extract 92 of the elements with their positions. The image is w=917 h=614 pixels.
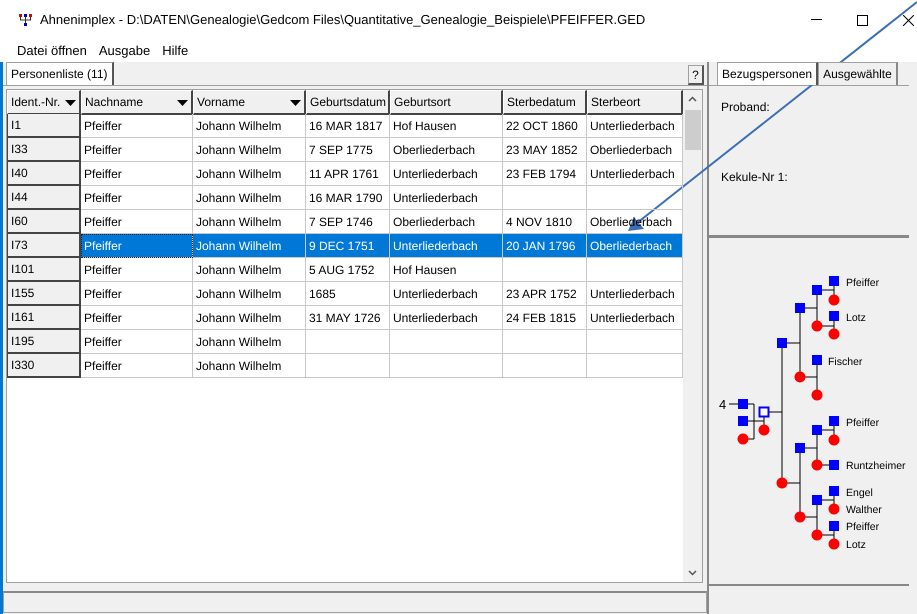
table-cell: 31 MAY 1726 — [306, 306, 390, 330]
person-name: Lotz — [846, 539, 866, 551]
table-cell: Johann Wilhelm — [193, 114, 306, 138]
field-label: Proband: — [721, 99, 770, 116]
person-name: Lotz — [846, 312, 866, 324]
scroll-up-icon[interactable] — [688, 96, 697, 102]
row-header[interactable]: I330 — [7, 354, 81, 378]
table-cell: 16 MAR 1790 — [306, 186, 390, 210]
help-button[interactable]: ? — [688, 65, 704, 85]
table-cell: Oberliederbach — [587, 234, 683, 258]
table-cell: Johann Wilhelm — [193, 330, 306, 354]
table-cell: 20 JAN 1796 — [503, 234, 587, 258]
table-cell: 22 OCT 1860 — [503, 114, 587, 138]
person-name: Fischer — [828, 356, 862, 368]
table-cell: Pfeiffer — [81, 234, 193, 258]
table-cell: Unterliederbach — [390, 234, 503, 258]
field-label: Kekule-Nr 1: — [721, 169, 788, 186]
table-cell: 11 APR 1761 — [306, 162, 390, 186]
column-header[interactable]: Vorname — [193, 90, 306, 115]
generation-label: 4 — [719, 397, 726, 412]
table-cell: Unterliederbach — [390, 162, 503, 186]
table-cell: Unterliederbach — [390, 306, 503, 330]
table-cell: Oberliederbach — [390, 138, 503, 162]
column-header[interactable]: Nachname — [81, 90, 193, 115]
maximize-icon[interactable] — [856, 14, 868, 26]
column-header[interactable]: Sterbeort — [587, 90, 683, 115]
table-cell: 23 APR 1752 — [503, 282, 587, 306]
table-cell: Johann Wilhelm — [193, 258, 306, 282]
table-cell: 5 AUG 1752 — [306, 258, 390, 282]
table-cell: Unterliederbach — [390, 282, 503, 306]
table-cell: 9 DEC 1751 — [306, 234, 390, 258]
table-cell: Johann Wilhelm — [193, 234, 306, 258]
column-header[interactable]: Geburtsort — [390, 90, 503, 115]
row-header[interactable]: I60 — [7, 210, 81, 234]
table-cell: Pfeiffer — [81, 306, 193, 330]
table-cell: Pfeiffer — [81, 354, 193, 378]
column-header[interactable]: Sterbedatum — [503, 90, 587, 115]
table-cell: 23 MAY 1852 — [503, 138, 587, 162]
caret-icon[interactable] — [177, 100, 188, 106]
table-cell: 7 SEP 1775 — [306, 138, 390, 162]
minimize-icon[interactable] — [810, 19, 822, 21]
row-header[interactable]: I44 — [7, 186, 81, 210]
close-icon[interactable] — [902, 14, 914, 26]
table-cell: 16 MAR 1817 — [306, 114, 390, 138]
column-header[interactable]: Geburtsdatum — [306, 90, 390, 115]
row-header[interactable]: I73 — [7, 234, 81, 258]
row-header[interactable]: I161 — [7, 306, 81, 330]
menu-item[interactable]: Hilfe — [156, 41, 194, 61]
table-cell: 23 FEB 1794 — [503, 162, 587, 186]
row-header[interactable]: I101 — [7, 258, 81, 282]
table-cell: Hof Hausen — [390, 114, 503, 138]
table-cell: Pfeiffer — [81, 258, 193, 282]
scroll-down-icon[interactable] — [688, 570, 697, 576]
app-icon — [18, 13, 34, 27]
tab[interactable]: Ausgewählte — [818, 62, 898, 85]
person-name: Walther — [846, 504, 882, 516]
table-cell: Johann Wilhelm — [193, 162, 306, 186]
table-cell: Pfeiffer — [81, 186, 193, 210]
person-name: Pfeiffer — [846, 521, 880, 533]
table-cell: 24 FEB 1815 — [503, 306, 587, 330]
table-cell: Hof Hausen — [390, 258, 503, 282]
table-cell: Johann Wilhelm — [193, 306, 306, 330]
table-cell: Johann Wilhelm — [193, 354, 306, 378]
column-header[interactable]: Ident.-Nr. — [7, 90, 81, 115]
person-name: Engel — [846, 487, 873, 499]
row-header[interactable]: I40 — [7, 162, 81, 186]
table-cell: 1685 — [306, 282, 390, 306]
table-cell: Johann Wilhelm — [193, 282, 306, 306]
person-name: Pfeiffer — [846, 417, 880, 429]
table-cell: Pfeiffer — [81, 162, 193, 186]
row-header[interactable]: I1 — [7, 114, 81, 138]
row-header[interactable]: I195 — [7, 330, 81, 354]
caret-icon[interactable] — [290, 100, 301, 106]
menu-item[interactable]: Ausgabe — [92, 41, 156, 61]
table-cell: Pfeiffer — [81, 138, 193, 162]
table-cell: Pfeiffer — [81, 330, 193, 354]
table-cell: Pfeiffer — [81, 114, 193, 138]
window-title: Ahnenimplex - D:\DATEN\Genealogie\Gedcom Files\Quantitative_Genealogie_Beispiele\PFEIFFER.GED — [40, 11, 646, 30]
caret-icon[interactable] — [65, 100, 76, 106]
table-cell: Pfeiffer — [81, 282, 193, 306]
menu-item[interactable]: Datei öffnen — [11, 41, 93, 61]
tab[interactable]: Bezugspersonen — [717, 62, 818, 85]
row-header[interactable]: I155 — [7, 282, 81, 306]
table-cell: Unterliederbach — [390, 186, 503, 210]
table-cell: Johann Wilhelm — [193, 186, 306, 210]
person-name: Runtzheimer — [846, 460, 906, 472]
person-name: Pfeiffer — [846, 277, 880, 289]
vertical-scrollbar[interactable] — [683, 90, 702, 582]
scrollbar-thumb[interactable] — [685, 110, 701, 150]
row-header[interactable]: I33 — [7, 138, 81, 162]
table-cell: Johann Wilhelm — [193, 138, 306, 162]
tab[interactable]: Personenliste (11) — [6, 62, 114, 85]
